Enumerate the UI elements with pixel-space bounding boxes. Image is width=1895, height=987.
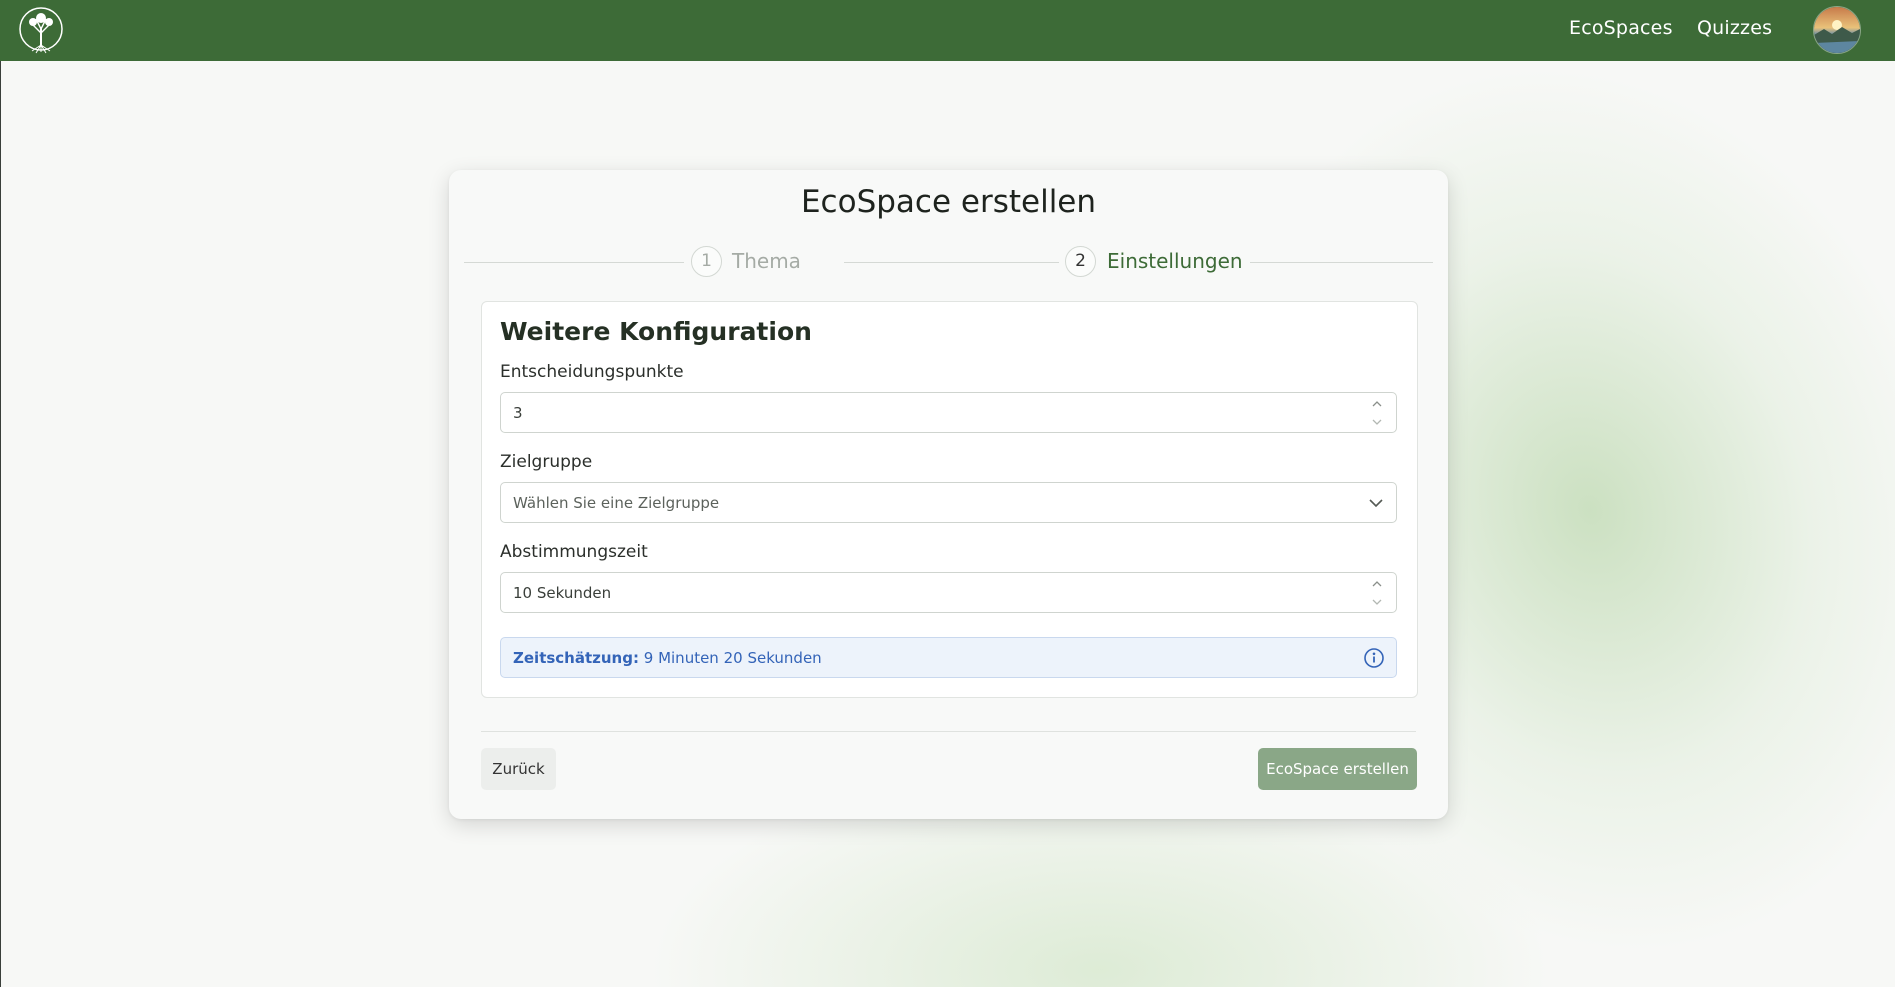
configuration-panel: Weitere Konfiguration Entscheidungspunkt…: [481, 301, 1418, 698]
step-2-label[interactable]: Einstellungen: [1107, 249, 1243, 273]
top-navbar: EcoSpaces Quizzes: [0, 0, 1895, 61]
target-group-label: Zielgruppe: [500, 452, 593, 472]
decision-points-input[interactable]: 3: [500, 392, 1397, 433]
step-1-label[interactable]: Thema: [732, 249, 801, 273]
number-spinner-icon[interactable]: [1370, 577, 1384, 609]
target-group-select[interactable]: Wählen Sie eine Zielgruppe: [500, 482, 1397, 523]
time-estimate-value: 9 Minuten 20 Sekunden: [643, 649, 822, 667]
voting-time-value: 10 Sekunden: [513, 584, 612, 602]
back-button[interactable]: Zurück: [481, 748, 556, 790]
stepper: 1 Thema 2 Einstellungen: [464, 246, 1433, 278]
section-title: Weitere Konfiguration: [500, 317, 812, 346]
tree-logo-icon[interactable]: [18, 5, 64, 55]
voting-time-input[interactable]: 10 Sekunden: [500, 572, 1397, 613]
user-avatar[interactable]: [1813, 6, 1861, 54]
time-estimate-alert: Zeitschätzung: 9 Minuten 20 Sekunden: [500, 637, 1397, 678]
time-estimate-label: Zeitschätzung:: [513, 649, 639, 667]
step-line: [464, 262, 684, 263]
voting-time-label: Abstimmungszeit: [500, 542, 648, 562]
footer-divider: [481, 731, 1416, 732]
window-edge: [0, 60, 1, 987]
decision-points-label: Entscheidungspunkte: [500, 362, 684, 382]
create-ecospace-button[interactable]: EcoSpace erstellen: [1258, 748, 1417, 790]
info-icon[interactable]: [1363, 647, 1385, 669]
nav-link-quizzes[interactable]: Quizzes: [1697, 17, 1772, 39]
time-estimate-text: Zeitschätzung: 9 Minuten 20 Sekunden: [513, 649, 822, 667]
create-ecospace-card: EcoSpace erstellen 1 Thema 2 Einstellung…: [449, 170, 1448, 819]
target-group-placeholder: Wählen Sie eine Zielgruppe: [513, 494, 720, 512]
step-line: [1250, 262, 1433, 263]
number-spinner-icon[interactable]: [1370, 397, 1384, 429]
step-line: [844, 262, 1059, 263]
page-title: EcoSpace erstellen: [800, 184, 1097, 220]
step-2-number[interactable]: 2: [1065, 246, 1096, 277]
step-1-number[interactable]: 1: [691, 246, 722, 277]
nav-link-ecospaces[interactable]: EcoSpaces: [1569, 17, 1673, 39]
decision-points-value: 3: [513, 404, 523, 422]
chevron-down-icon: [1369, 499, 1383, 508]
